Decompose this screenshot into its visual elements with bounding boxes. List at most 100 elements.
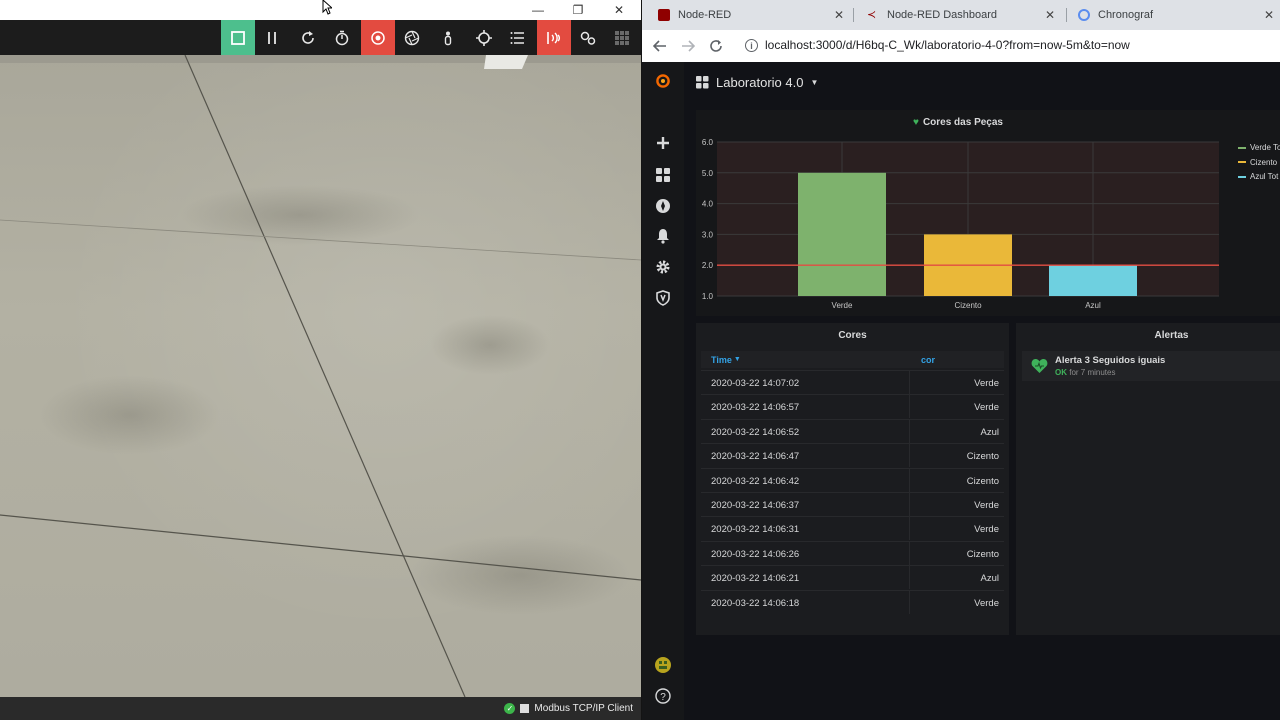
list-button[interactable] [501, 20, 535, 55]
reset-icon [302, 30, 314, 44]
table-row: 2020-03-22 14:06:18 Verde [701, 589, 1004, 614]
table-row: 2020-03-22 14:07:02 Verde [701, 370, 1004, 394]
legend-swatch [1238, 175, 1246, 178]
minimize-button[interactable]: — [518, 0, 558, 20]
tab-node-red[interactable]: Node-RED ✕ [642, 0, 850, 30]
timer-button[interactable] [325, 20, 359, 55]
url-field[interactable]: localhost:3000/d/H6bq-C_Wk/laboratorio-4… [765, 38, 1130, 52]
alerting-bell-icon[interactable] [653, 226, 673, 246]
cell-time: 2020-03-22 14:06:57 [711, 402, 800, 414]
legend-item[interactable]: Azul Tot [1238, 172, 1278, 181]
mouse-cursor-icon [322, 0, 332, 15]
timer-icon [335, 30, 349, 45]
create-icon[interactable] [653, 133, 673, 153]
alert-panel-title: Alertas [1154, 330, 1189, 341]
site-info-icon[interactable]: i [745, 39, 758, 52]
cell-divider [909, 566, 910, 590]
alert-list-panel[interactable]: Alertas Alerta 3 Seguidos iguais OK for … [1016, 323, 1280, 635]
dashboard-title: Laboratorio 4.0 [716, 74, 804, 90]
grid-small-icon [520, 704, 530, 713]
drivers-button[interactable] [571, 20, 605, 55]
close-button[interactable]: ✕ [599, 0, 639, 20]
help-icon[interactable]: ? [653, 686, 673, 706]
forward-button[interactable] [679, 37, 697, 55]
cores-table-panel[interactable]: Cores Time ▼ cor 2020-03-22 14:07:02 Verde… [696, 323, 1009, 635]
close-icon[interactable]: ✕ [1264, 8, 1274, 22]
table-row: 2020-03-22 14:06:26 Cizento [701, 540, 1004, 565]
grid-button[interactable] [605, 20, 639, 55]
restore-button[interactable]: ❐ [558, 0, 598, 20]
cell-divider [909, 541, 910, 565]
close-icon: ✕ [613, 3, 625, 17]
chart-panel[interactable]: ♥ Cores das Peças 6.0 5.0 4.0 3.0 2.0 1.0 Verd… [696, 110, 1280, 316]
person-button[interactable] [431, 20, 465, 55]
cell-time: 2020-03-22 14:06:18 [711, 597, 800, 609]
cell-time: 2020-03-22 14:06:37 [711, 500, 800, 511]
forward-arrow-icon [682, 40, 695, 52]
browser-window: Node-RED ✕ ≺ Node-RED Dashboard ✕ Chrono… [642, 0, 1280, 720]
x-tick-label: Cizento [954, 301, 982, 310]
legend-item[interactable]: Cizento [1238, 158, 1277, 167]
tab-label: Node-RED [678, 9, 732, 21]
table-row: 2020-03-22 14:06:31 Verde [701, 516, 1004, 541]
ceiling-light [484, 55, 528, 69]
target-button[interactable] [467, 20, 501, 55]
cell-divider [909, 371, 910, 394]
camera-icon [371, 30, 385, 45]
cell-time: 2020-03-22 14:06:26 [711, 548, 800, 560]
user-avatar-icon[interactable] [653, 655, 673, 675]
cell-cor: Verde [974, 378, 999, 389]
cell-divider [909, 444, 910, 468]
column-header-time[interactable]: Time ▼ [711, 351, 741, 368]
tab-chronograf[interactable]: Chronograf ✕ [1070, 0, 1280, 30]
alert-state-line: OK for 7 minutes [1055, 368, 1115, 377]
view-button[interactable] [395, 20, 429, 55]
cell-divider [909, 419, 910, 443]
settings-gear-icon[interactable] [653, 257, 673, 277]
drivers-icon [580, 31, 596, 45]
alert-item[interactable]: Alerta 3 Seguidos iguais OK for 7 minute… [1022, 351, 1280, 381]
cell-cor: Verde [974, 597, 999, 609]
close-icon[interactable]: ✕ [834, 8, 844, 22]
cell-cor: Verde [974, 524, 999, 536]
column-header-cor[interactable]: cor [921, 351, 935, 368]
sensors-button[interactable] [537, 20, 571, 55]
cell-divider [909, 395, 910, 419]
check-icon: ✓ [504, 703, 516, 714]
target-icon [476, 29, 492, 46]
cell-divider [909, 468, 910, 492]
table-row: 2020-03-22 14:06:57 Verde [701, 394, 1004, 419]
table-panel-title: Cores [838, 330, 867, 341]
stop-button[interactable] [221, 20, 255, 55]
y-tick-label: 6.0 [702, 138, 714, 147]
grafana-logo-icon[interactable] [652, 70, 674, 92]
dashboard-grid-icon [696, 75, 709, 88]
cell-time: 2020-03-22 14:07:02 [711, 378, 800, 389]
reload-button[interactable] [707, 37, 725, 55]
back-button[interactable] [651, 37, 669, 55]
dashboard-picker[interactable]: Laboratorio 4.0 ▼ [696, 72, 818, 92]
x-tick-label: Azul [1085, 301, 1101, 310]
close-icon[interactable]: ✕ [1045, 8, 1055, 22]
3d-viewport[interactable] [0, 55, 641, 697]
node-red-icon [658, 9, 670, 21]
chart-legend: Verde Tot Cizento Azul Tot [1238, 143, 1280, 193]
cell-cor: Cizento [966, 451, 999, 463]
explore-icon[interactable] [653, 196, 673, 216]
table-body: 2020-03-22 14:07:02 Verde 2020-03-22 14:06… [701, 370, 1004, 620]
shield-icon[interactable] [653, 288, 673, 308]
cell-time: 2020-03-22 14:06:47 [711, 451, 800, 463]
dashboards-icon[interactable] [653, 165, 673, 185]
tab-label: Node-RED Dashboard [887, 9, 998, 21]
legend-item[interactable]: Verde Tot [1238, 143, 1280, 152]
driver-status[interactable]: ✓ Modbus TCP/IP Client [504, 697, 633, 720]
legend-swatch [1238, 161, 1246, 163]
sim-titlebar: — ❐ ✕ [0, 0, 641, 20]
person-icon [444, 31, 452, 45]
alert-name[interactable]: Alerta 3 Seguidos iguais [1055, 355, 1165, 366]
table-header: Time ▼ cor [701, 351, 1004, 368]
tab-node-red-dashboard[interactable]: ≺ Node-RED Dashboard ✕ [855, 0, 1061, 30]
reset-button[interactable] [291, 20, 325, 55]
camera-button[interactable] [361, 20, 395, 55]
pause-button[interactable] [255, 20, 289, 55]
